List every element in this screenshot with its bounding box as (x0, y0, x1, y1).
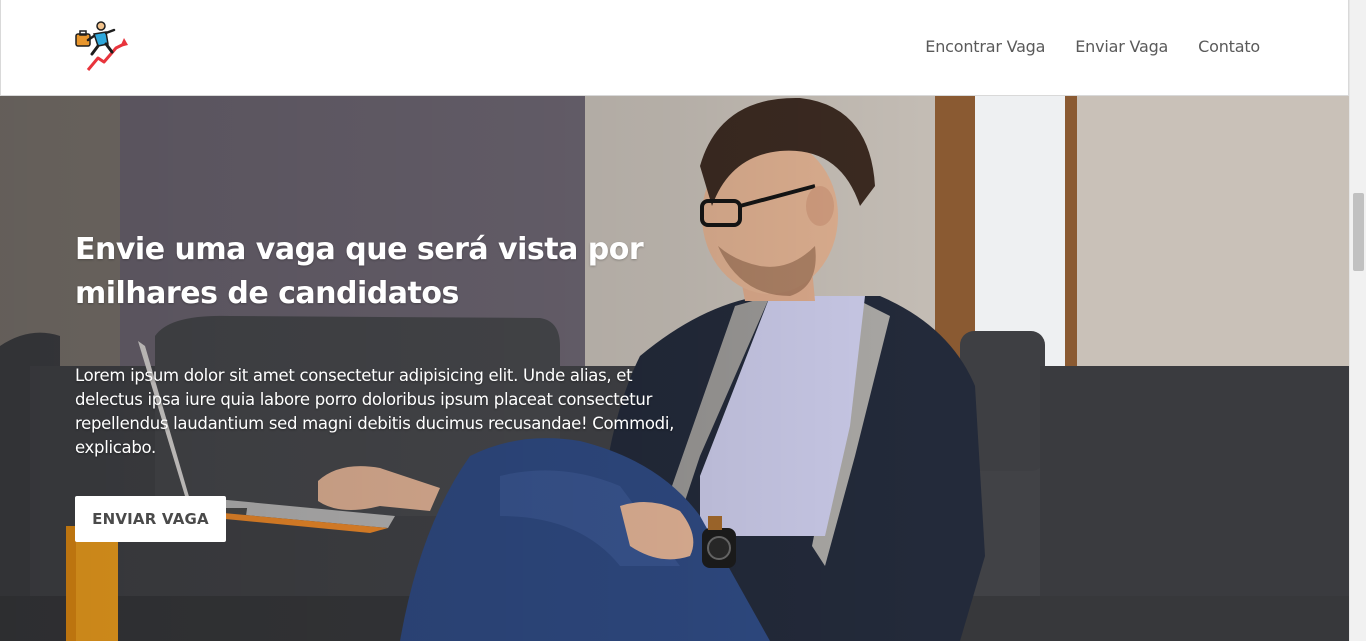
site-header: Encontrar Vaga Enviar Vaga Contato (0, 0, 1349, 96)
main-nav: Encontrar Vaga Enviar Vaga Contato (925, 37, 1260, 56)
enviar-vaga-button[interactable]: ENVIAR VAGA (75, 496, 226, 542)
scrollbar-thumb[interactable] (1353, 193, 1364, 271)
page: Encontrar Vaga Enviar Vaga Contato Envie… (0, 0, 1349, 641)
hero-section: Envie uma vaga que será vista por milhar… (0, 96, 1349, 641)
nav-link-encontrar-vaga[interactable]: Encontrar Vaga (925, 37, 1045, 56)
hero-title: Envie uma vaga que será vista por milhar… (75, 232, 644, 311)
nav-link-enviar-vaga[interactable]: Enviar Vaga (1075, 37, 1168, 56)
nav-link-contato[interactable]: Contato (1198, 37, 1260, 56)
hero-description: Lorem ipsum dolor sit amet consectetur a… (75, 366, 675, 457)
page-scrollbar[interactable] (1349, 0, 1366, 641)
logo[interactable] (74, 18, 130, 74)
runner-climbing-chart-icon (75, 21, 128, 71)
